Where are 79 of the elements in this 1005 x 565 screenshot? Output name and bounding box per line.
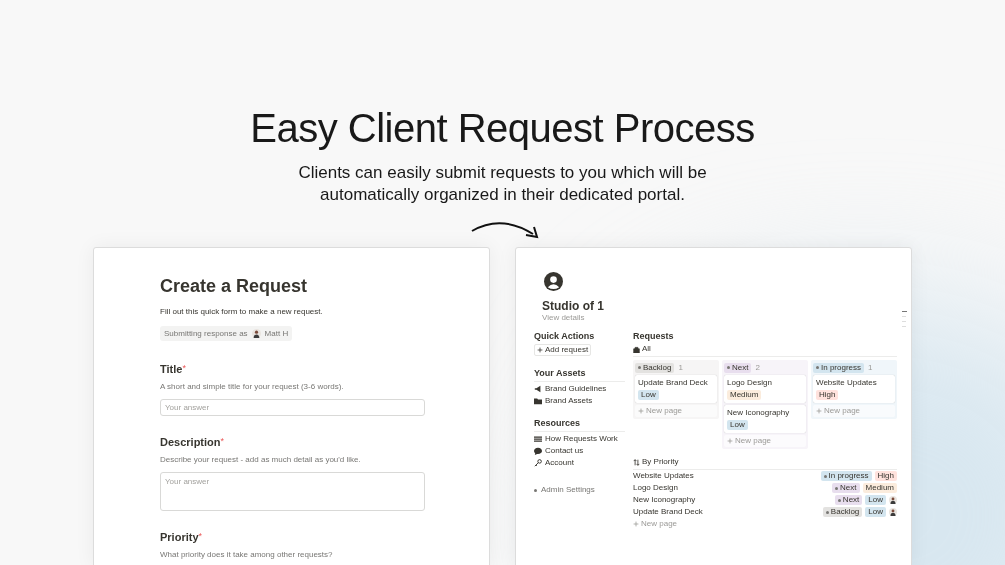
megaphone-icon [534, 385, 542, 393]
row-title[interactable]: Logo Design [633, 482, 830, 494]
avatar-icon [889, 508, 897, 516]
admin-settings-link[interactable]: Admin Settings [541, 484, 595, 496]
sidebar-link[interactable]: Brand Guidelines [545, 384, 607, 394]
plus-icon [537, 347, 543, 353]
question-label: Priority [160, 530, 199, 544]
section-heading: Your Assets [534, 368, 625, 382]
form-title: Create a Request [160, 275, 309, 297]
row-title[interactable]: Update Brand Deck [633, 506, 820, 518]
required-mark: * [220, 435, 225, 446]
view-tab[interactable]: By Priority [642, 457, 679, 467]
priority-tag: Low [727, 420, 748, 430]
status-tag: Next [834, 495, 863, 505]
key-icon [534, 459, 542, 467]
plus-icon [633, 521, 639, 527]
view-tab[interactable]: All [642, 344, 651, 354]
sidebar-link[interactable]: How Requests Work [545, 434, 618, 444]
status-tag: Backlog [822, 507, 863, 517]
card-title: Update Brand Deck [638, 378, 709, 388]
form-description: Fill out this quick form to make a new request. [160, 306, 324, 318]
status-tag: In progress [820, 471, 872, 481]
priority-tag: Medium [862, 483, 897, 493]
status-tag: In progress [813, 362, 865, 373]
request-card[interactable]: Update Brand Deck Low [635, 375, 717, 403]
portal-title: Studio of 1 [542, 299, 605, 313]
required-mark: * [182, 362, 186, 373]
sidebar-link[interactable]: Brand Assets [545, 396, 593, 406]
section-heading: Resources [534, 418, 625, 432]
request-card[interactable]: New Iconography Low [724, 405, 806, 433]
status-tag: Next [832, 483, 860, 493]
folder-icon [534, 397, 542, 405]
respondent-label: Submitting response as [164, 327, 248, 340]
request-card[interactable]: Logo Design Medium [724, 375, 806, 403]
status-tag: Backlog [635, 362, 675, 373]
sidebar-link[interactable]: Account [545, 458, 574, 468]
card-title: Logo Design [727, 378, 773, 388]
plus-icon [638, 408, 644, 414]
plus-icon [816, 408, 822, 414]
column-count: 2 [755, 361, 760, 374]
list-icon [534, 435, 542, 443]
subheadline: Clients can easily submit requests to you which will be automatically organized in their dedicated portal. [297, 162, 708, 206]
priority-tag: Low [865, 495, 886, 505]
bag-icon [633, 345, 640, 353]
question-help: What priority does it take among other requests? [160, 548, 334, 561]
card-title: Website Updates [816, 378, 878, 388]
column-count: 1 [678, 361, 683, 374]
curved-arrow-icon [470, 220, 541, 240]
question-label: Title [160, 362, 183, 376]
avatar-icon [251, 329, 261, 338]
add-request-button[interactable]: Add request [534, 344, 592, 356]
required-mark: * [198, 530, 203, 541]
sort-icon [633, 458, 640, 466]
priority-tag: High [816, 390, 839, 400]
answer-field[interactable]: Your answer [160, 398, 425, 416]
priority-tag: High [874, 471, 897, 481]
section-heading: Quick Actions [534, 331, 596, 342]
priority-tag: Low [865, 507, 886, 517]
answer-box[interactable]: Your answer [160, 471, 425, 511]
priority-tag: Low [638, 390, 659, 400]
avatar-icon [889, 496, 897, 504]
question-help: A short and simple title for your request (3-6 words). [160, 380, 345, 393]
priority-tag: Medium [727, 390, 762, 400]
row-title[interactable]: Website Updates [633, 470, 818, 482]
respondent-name: Matt H [264, 327, 289, 340]
request-card[interactable]: Website Updates High [813, 375, 895, 403]
chat-icon [534, 447, 542, 455]
requests-heading: Requests [633, 331, 675, 342]
status-tag: Next [724, 362, 752, 373]
outline-icon [902, 311, 907, 327]
question-label: Description [160, 435, 221, 449]
card-title: New Iconography [727, 408, 791, 418]
headline: Easy Client Request Process [250, 105, 755, 152]
row-title[interactable]: New Iconography [633, 494, 832, 506]
plus-icon [727, 438, 733, 444]
sidebar-link[interactable]: Contact us [545, 446, 584, 456]
question-help: Describe your request - add as much detail as you'd like. [160, 453, 362, 466]
profile-icon [544, 272, 563, 291]
column-count: 1 [868, 361, 873, 374]
